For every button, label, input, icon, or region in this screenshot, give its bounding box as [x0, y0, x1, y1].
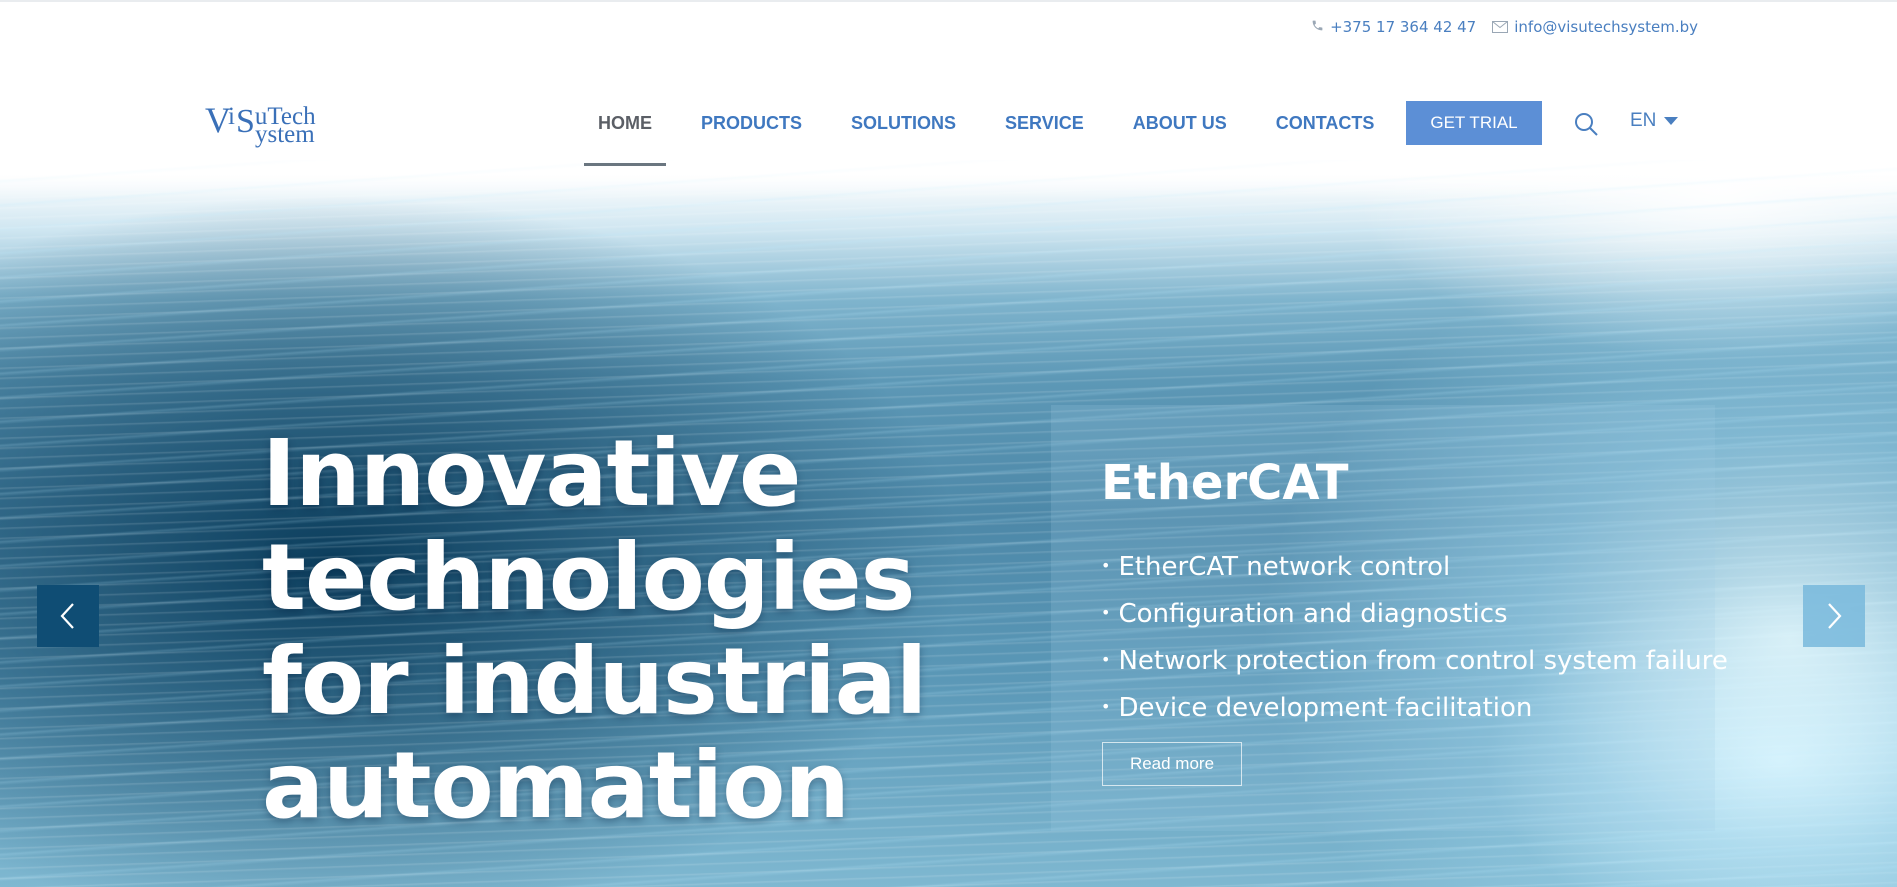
- nav-home[interactable]: HOME: [584, 100, 666, 166]
- phone-icon: [1311, 19, 1324, 36]
- contact-phone[interactable]: +375 17 364 42 47: [1311, 18, 1476, 36]
- bullet-icon: •: [1101, 697, 1111, 716]
- email-address: info@visutechsystem.by: [1514, 18, 1698, 36]
- read-more-button[interactable]: Read more: [1102, 742, 1242, 786]
- headline-line-3: for industrial: [262, 628, 927, 735]
- feature-item: • Device development facilitation: [1101, 693, 1533, 723]
- slider-next-button[interactable]: [1803, 585, 1865, 647]
- chevron-right-icon: [1828, 603, 1842, 629]
- language-selector[interactable]: EN: [1630, 110, 1679, 132]
- nav-products[interactable]: PRODUCTS: [687, 100, 816, 166]
- language-label: EN: [1630, 110, 1657, 131]
- ethercat-panel: EtherCAT • EtherCAT network control • Conf…: [1051, 405, 1728, 831]
- main-nav: HOME PRODUCTS SOLUTIONS SERVICE ABOUT US…: [584, 100, 1409, 166]
- panel-title: EtherCAT: [1101, 455, 1349, 511]
- feature-list: • EtherCAT network control • Configuration…: [1101, 545, 1728, 733]
- nav-solutions[interactable]: SOLUTIONS: [837, 100, 970, 166]
- headline-line-4: automation: [262, 732, 850, 839]
- nav-contacts[interactable]: CONTACTS: [1262, 100, 1389, 166]
- nav-about-us[interactable]: ABOUT US: [1119, 100, 1241, 166]
- hero-headline: Innovative technologies for industrial a…: [262, 422, 1022, 838]
- slider-prev-button[interactable]: [37, 585, 99, 647]
- feature-item: • Configuration and diagnostics: [1101, 599, 1508, 629]
- get-trial-button[interactable]: GET TRIAL: [1406, 101, 1542, 145]
- search-icon[interactable]: [1572, 110, 1600, 138]
- feature-item: • EtherCAT network control: [1101, 552, 1451, 582]
- feature-item: • Network protection from control system …: [1101, 646, 1728, 676]
- bullet-icon: •: [1101, 650, 1111, 669]
- phone-number: +375 17 364 42 47: [1330, 18, 1477, 36]
- headline-line-2: technologies: [262, 524, 915, 631]
- logo-text-line2: ystem: [255, 121, 315, 148]
- caret-down-icon: [1664, 117, 1679, 125]
- chevron-left-icon: [60, 603, 74, 629]
- top-border: [0, 0, 1897, 2]
- headline-line-1: Innovative: [262, 420, 801, 527]
- bullet-icon: •: [1101, 603, 1111, 622]
- bullet-icon: •: [1101, 556, 1111, 575]
- logo[interactable]: V iSuTech ystem: [203, 98, 353, 148]
- nav-service[interactable]: SERVICE: [991, 100, 1098, 166]
- contact-email[interactable]: info@visutechsystem.by: [1492, 18, 1698, 36]
- contact-bar: +375 17 364 42 47 info@visutechsystem.by: [1311, 18, 1698, 36]
- mail-icon: [1492, 21, 1509, 33]
